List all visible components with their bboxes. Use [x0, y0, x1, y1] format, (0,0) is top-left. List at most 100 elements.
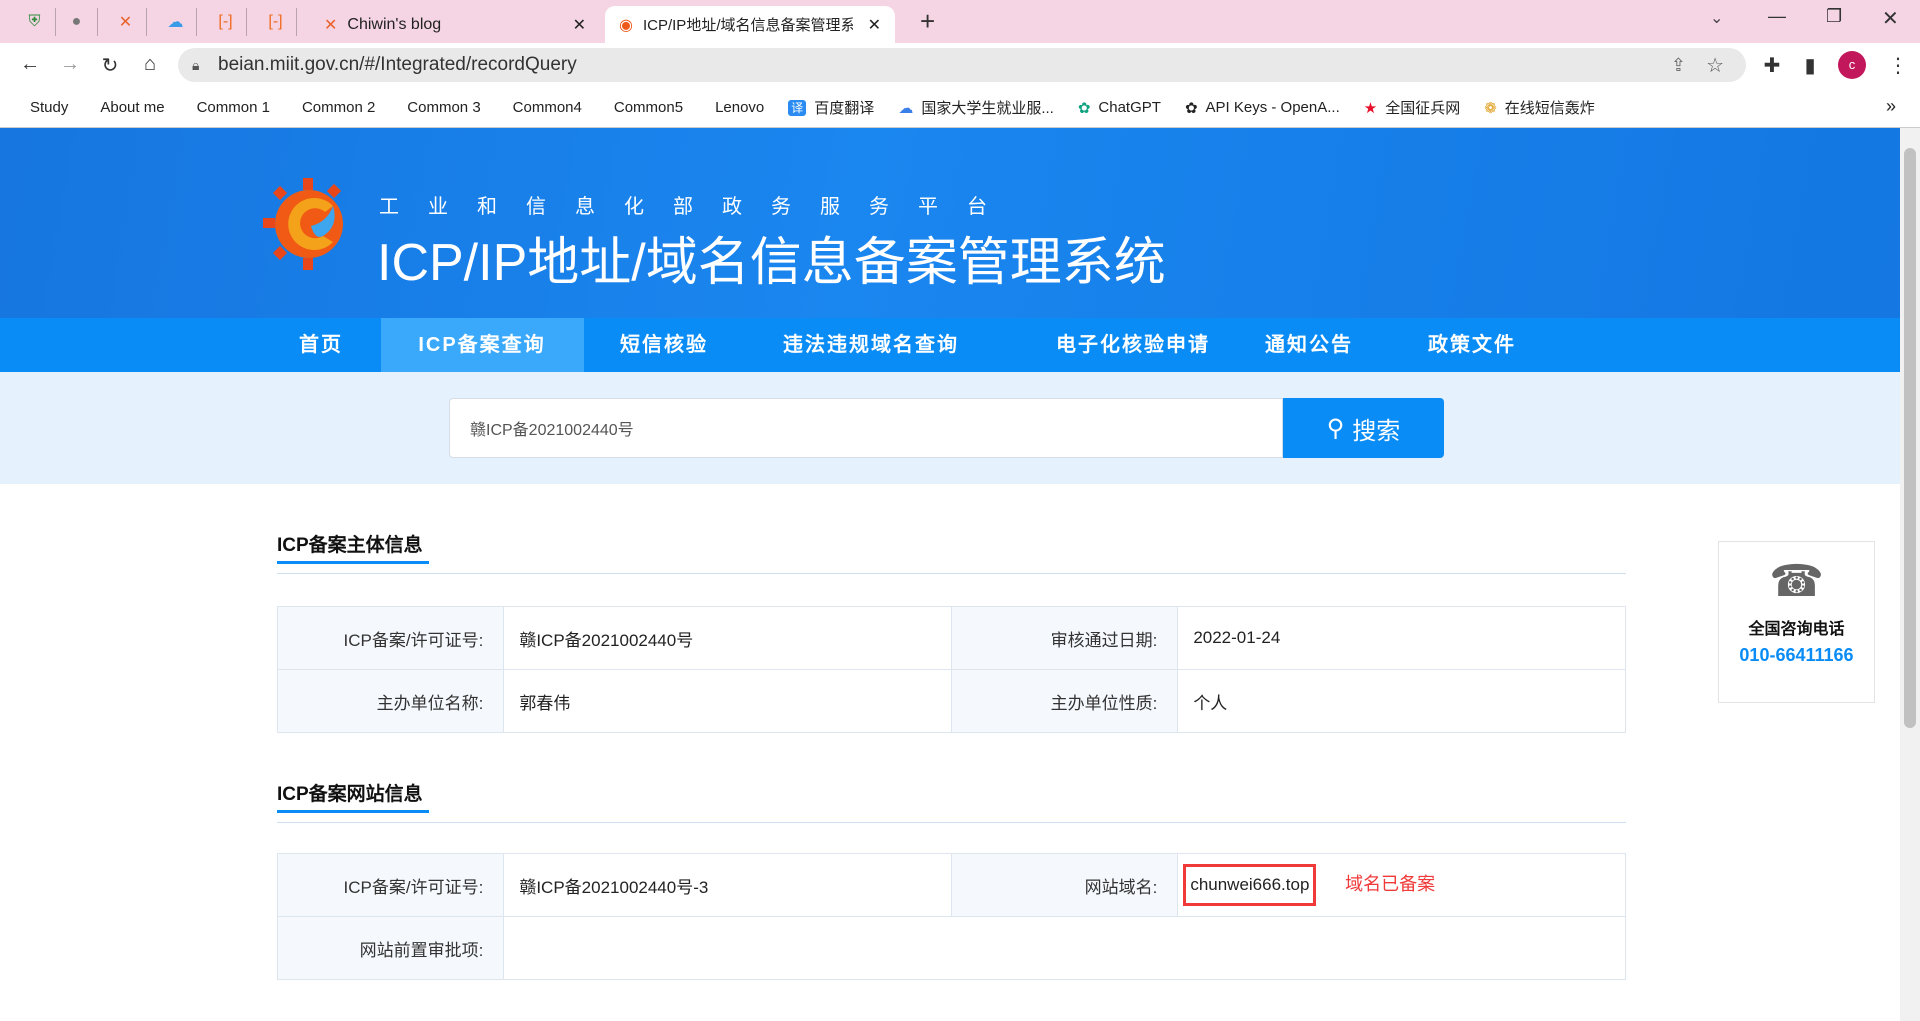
restore-button[interactable]: ❐: [1826, 6, 1842, 27]
domain-label: 网站域名:: [950, 853, 1179, 917]
bookmark-item[interactable]: ❁ 在线短信轰炸: [1484, 97, 1595, 118]
bookmark-item[interactable]: Common5: [606, 99, 683, 116]
license-value: 赣ICP备2021002440号-3: [503, 853, 952, 917]
bookmark-item[interactable]: Study: [22, 99, 68, 116]
bookmark-label: 国家大学生就业服...: [921, 100, 1054, 117]
hotline-box: ☎ 全国咨询电话 010-66411166: [1718, 541, 1875, 703]
hotline-label: 全国咨询电话: [1748, 621, 1845, 638]
nav-item[interactable]: 首页: [299, 318, 343, 372]
table-row: ICP备案/许可证号: 赣ICP备2021002440号-3 网站域名: chu…: [276, 853, 1626, 917]
tab-title: ICP/IP地址/域名信息备案管理系统: [642, 17, 853, 34]
new-tab-button[interactable]: +: [920, 6, 935, 37]
bookmark-label: 百度翻译: [814, 100, 875, 117]
field-label: 主办单位名称:: [276, 669, 505, 733]
site-banner: 工业和信息化部政务服务平台 ICP/IP地址/域名信息备案管理系统: [0, 128, 1900, 318]
table-row: 主办单位名称: 郭春伟 主办单位性质: 个人: [276, 669, 1626, 733]
url-text: beian.miit.gov.cn/#/Integrated/recordQue…: [218, 54, 577, 75]
field-value: 赣ICP备2021002440号: [503, 606, 952, 670]
bookmark-item[interactable]: ☁ 国家大学生就业服...: [898, 97, 1054, 118]
chatgpt-icon: ✿: [1077, 99, 1091, 117]
nav-item[interactable]: 电子化核验申请: [1056, 318, 1210, 372]
bookmark-label: Common 2: [301, 99, 376, 116]
bookmark-item[interactable]: ✿ API Keys - OpenA...: [1185, 99, 1340, 117]
pinned-tab-shield[interactable]: ⛨: [14, 8, 56, 36]
share-icon[interactable]: ⇪: [1671, 55, 1686, 76]
search-button-label: 搜索: [1352, 417, 1401, 445]
approval-value: [503, 916, 1626, 980]
favicon-icon: ◉: [619, 16, 633, 34]
divider: [277, 822, 1626, 823]
field-value: 郭春伟: [503, 669, 952, 733]
browser-toolbar: ← → ↻ ⌂ 🔒︎ beian.miit.gov.cn/#/Integrate…: [0, 43, 1920, 88]
close-window-button[interactable]: ✕: [1882, 6, 1899, 31]
bookmark-item[interactable]: Common4: [505, 99, 582, 116]
nav-item[interactable]: ICP备案查询: [418, 318, 545, 372]
subject-info-table: ICP备案/许可证号: 赣ICP备2021002440号 审核通过日期: 2022-0…: [276, 606, 1626, 733]
domain-value: chunwei666.top: [1183, 864, 1317, 906]
forward-icon[interactable]: →: [56, 53, 84, 76]
extensions-icon[interactable]: ✚: [1758, 53, 1786, 78]
bookmark-item[interactable]: ★ 全国征兵网: [1364, 97, 1460, 118]
tab-search-icon[interactable]: ⌄: [1710, 8, 1723, 28]
scrollbar-thumb[interactable]: [1904, 148, 1916, 728]
nav-item[interactable]: 通知公告: [1265, 318, 1353, 372]
site-subtitle: 工业和信息化部政务服务平台: [379, 196, 1016, 218]
bookmark-label: ChatGPT: [1098, 99, 1161, 116]
menu-icon[interactable]: ⋮: [1884, 53, 1912, 78]
field-value: 2022-01-24: [1177, 606, 1626, 670]
star-icon: ★: [1363, 99, 1378, 117]
home-icon[interactable]: ⌂: [136, 53, 164, 76]
close-tab-icon[interactable]: ✕: [868, 15, 881, 35]
bookmark-label: Common4: [512, 99, 582, 116]
bookmark-item[interactable]: Lenovo: [707, 99, 764, 116]
search-input[interactable]: [449, 398, 1283, 458]
nav-item[interactable]: 短信核验: [620, 318, 708, 372]
pinned-tab-aliyun[interactable]: [-]: [205, 8, 247, 36]
nav-item[interactable]: 违法违规域名查询: [783, 318, 959, 372]
bookmark-item[interactable]: 译百度翻译: [788, 97, 874, 118]
scrollbar[interactable]: [1900, 128, 1920, 1021]
pinned-tab-aliyun-2[interactable]: [-]: [255, 8, 297, 36]
bookmark-label: 全国征兵网: [1385, 100, 1461, 117]
close-tab-icon[interactable]: ✕: [573, 15, 586, 35]
pinned-tab-app[interactable]: ✕: [105, 8, 147, 36]
table-row: 网站前置审批项:: [276, 916, 1626, 980]
color-wheel-icon: ❁: [1484, 99, 1497, 117]
bookmarks-bar: Study About me Common 1 Common 2 Common 3 Com…: [0, 88, 1920, 128]
bookmark-item[interactable]: About me: [92, 99, 164, 116]
bookmark-item[interactable]: ✿ ChatGPT: [1078, 99, 1161, 117]
bookmark-star-icon[interactable]: ☆: [1706, 53, 1724, 78]
tab-icp[interactable]: ◉ ICP/IP地址/域名信息备案管理系统 ✕: [605, 6, 895, 43]
license-label: ICP备案/许可证号:: [276, 853, 505, 917]
tab-chiwins-blog[interactable]: ✕ Chiwin's blog ✕: [310, 6, 600, 43]
bookmark-label: 在线短信轰炸: [1504, 100, 1595, 117]
favicon-icon: ✕: [324, 16, 338, 34]
tab-strip: ⛨ ● ✕ ☁ [-] [-] ✕ Chiwin's blog ✕ ◉ ICP/…: [0, 0, 1920, 43]
field-label: 主办单位性质:: [950, 669, 1179, 733]
hotline-number: 010-66411166: [1739, 645, 1854, 665]
pinned-tab-cloud[interactable]: ☁: [155, 8, 197, 36]
more-bookmarks-button[interactable]: »: [1886, 96, 1896, 117]
approval-label: 网站前置审批项:: [276, 916, 505, 980]
bookmark-item[interactable]: Common 2: [294, 99, 375, 116]
search-button[interactable]: ⚲ 搜索: [1283, 398, 1444, 458]
pinned-tab-globe[interactable]: ●: [56, 8, 98, 36]
minimize-button[interactable]: —: [1768, 6, 1786, 27]
avatar[interactable]: c: [1838, 51, 1866, 79]
domain-cell: chunwei666.top 域名已备案: [1177, 853, 1626, 917]
bookmark-item[interactable]: Common 1: [189, 99, 270, 116]
bookmark-label: Lenovo: [715, 99, 765, 116]
back-icon[interactable]: ←: [16, 53, 44, 76]
bookmark-label: Study: [30, 99, 69, 116]
side-panel-icon[interactable]: ▮: [1796, 53, 1824, 78]
reload-icon[interactable]: ↻: [96, 53, 124, 78]
bookmark-label: API Keys - OpenA...: [1205, 99, 1340, 116]
address-bar[interactable]: 🔒︎ beian.miit.gov.cn/#/Integrated/record…: [178, 48, 1746, 82]
bookmark-label: Common5: [613, 99, 684, 116]
website-section-title: ICP备案网站信息: [277, 784, 423, 805]
search-section: ⚲ 搜索: [0, 372, 1900, 484]
table-row: ICP备案/许可证号: 赣ICP备2021002440号 审核通过日期: 2022-0…: [276, 606, 1626, 670]
lock-icon: 🔒︎: [192, 56, 200, 73]
bookmark-item[interactable]: Common 3: [399, 99, 480, 116]
nav-item[interactable]: 政策文件: [1428, 318, 1516, 372]
